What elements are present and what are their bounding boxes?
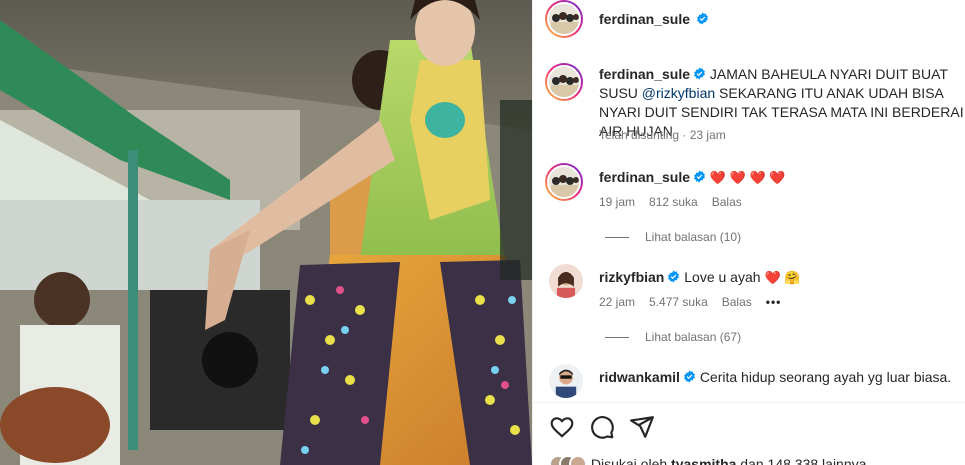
comment-reply-button[interactable]: Balas bbox=[712, 195, 742, 209]
author-avatar[interactable] bbox=[545, 0, 583, 38]
view-replies-button[interactable]: Lihat balasan (10) bbox=[605, 230, 741, 244]
comment-more-options-icon[interactable]: ••• bbox=[766, 295, 782, 309]
replies-divider bbox=[605, 336, 629, 338]
comment-likes[interactable]: 5.477 suka bbox=[649, 295, 708, 309]
liker-avatar bbox=[569, 455, 587, 465]
author-username[interactable]: ferdinan_sule bbox=[599, 11, 690, 27]
verified-badge-icon bbox=[694, 170, 705, 183]
comment-1: ferdinan_sule ❤️ ❤️ ❤️ ❤️ bbox=[599, 168, 786, 187]
post-photo-illustration bbox=[0, 0, 532, 465]
comment-username[interactable]: ridwankamil bbox=[599, 369, 680, 385]
heart-outline-icon[interactable] bbox=[549, 414, 575, 440]
group-photo-avatar-image bbox=[549, 4, 579, 34]
comment-icon[interactable] bbox=[589, 414, 615, 440]
replies-divider bbox=[605, 236, 629, 238]
verified-badge-icon bbox=[684, 370, 695, 383]
actions-divider bbox=[533, 402, 965, 403]
comment-1-meta: 19 jam 812 suka Balas bbox=[599, 195, 742, 209]
comment-username[interactable]: rizkyfbian bbox=[599, 269, 664, 285]
comment-3: ridwankamil Cerita hidup seorang ayah yg… bbox=[599, 368, 951, 387]
view-replies-label: Lihat balasan (10) bbox=[645, 230, 742, 244]
comment-username[interactable]: ferdinan_sule bbox=[599, 169, 690, 185]
woman-portrait-avatar-image bbox=[549, 264, 583, 298]
group-photo-avatar-image bbox=[549, 67, 579, 97]
group-photo-avatar-image bbox=[549, 167, 579, 197]
verified-badge-icon bbox=[697, 12, 708, 25]
likes-suffix: dan 148.338 lainnya bbox=[740, 456, 867, 465]
post-detail-panel: ferdinan_sule ferdinan_sule JAMAN BAHEUL… bbox=[532, 0, 965, 465]
comment-avatar[interactable] bbox=[549, 264, 583, 298]
likes-summary[interactable]: Disukai oleh tyasmitha dan 148.338 lainn… bbox=[549, 455, 866, 465]
comment-2: rizkyfbian Love u ayah ❤️ 🤗 bbox=[599, 268, 800, 287]
comment-text: Cerita hidup seorang ayah yg luar biasa. bbox=[699, 369, 952, 385]
comment-time: 22 jam bbox=[599, 295, 636, 309]
caption-mention-link[interactable]: @rizkyfbian bbox=[642, 85, 715, 101]
post-actions-bar bbox=[533, 412, 965, 444]
comment-emoji: ❤️ 🤗 bbox=[764, 270, 801, 285]
caption-edited-time: Telah disunting · 23 jam bbox=[599, 128, 726, 142]
comment-likes[interactable]: 812 suka bbox=[649, 195, 698, 209]
caption-author-avatar[interactable] bbox=[545, 63, 583, 101]
comment-text: Love u ayah bbox=[684, 269, 761, 285]
man-portrait-avatar-image bbox=[549, 364, 583, 398]
comment-hearts: ❤️ ❤️ ❤️ ❤️ bbox=[709, 170, 786, 185]
post-header: ferdinan_sule bbox=[533, 0, 965, 38]
comment-avatar[interactable] bbox=[549, 364, 583, 398]
comment-2-meta: 22 jam 5.477 suka Balas ••• bbox=[599, 295, 781, 309]
verified-badge-icon bbox=[668, 270, 680, 283]
view-replies-button[interactable]: Lihat balasan (67) bbox=[605, 330, 741, 344]
post-photo[interactable] bbox=[0, 0, 532, 465]
likes-user[interactable]: tyasmitha bbox=[671, 456, 736, 465]
view-replies-label: Lihat balasan (67) bbox=[645, 330, 742, 344]
caption-username[interactable]: ferdinan_sule bbox=[599, 66, 690, 82]
share-icon[interactable] bbox=[629, 414, 655, 440]
comment-time: 19 jam bbox=[599, 195, 636, 209]
verified-badge-icon bbox=[694, 67, 705, 80]
comment-reply-button[interactable]: Balas bbox=[722, 295, 752, 309]
comment-avatar[interactable] bbox=[545, 163, 583, 201]
likes-prefix: Disukai oleh bbox=[590, 456, 668, 465]
